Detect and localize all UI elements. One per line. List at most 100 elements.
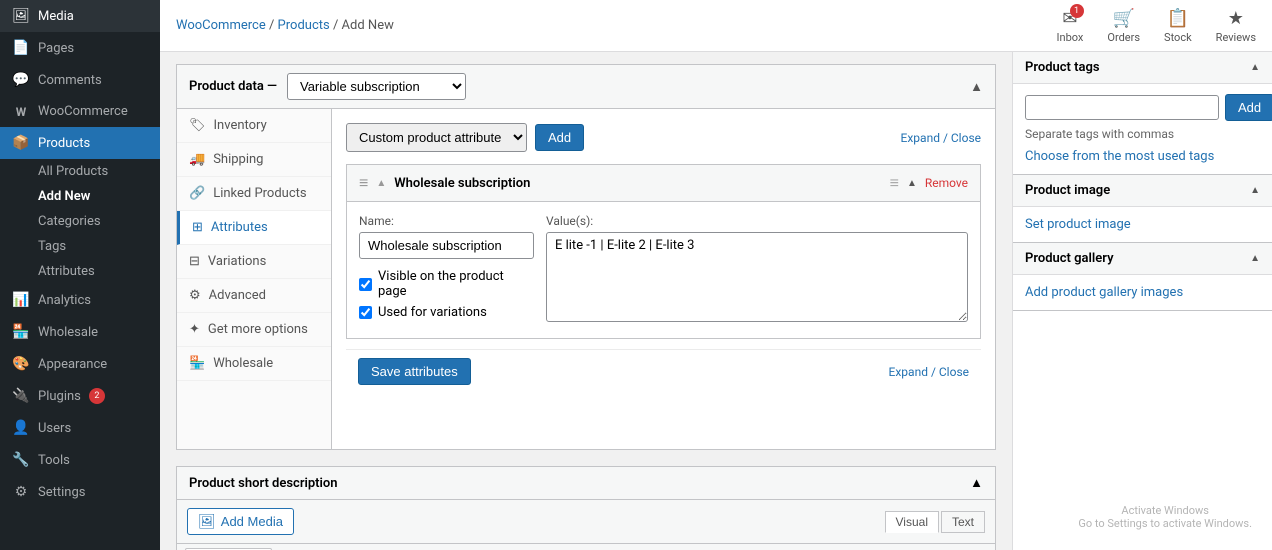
topbar-orders[interactable]: 🛒 Orders [1107,8,1140,44]
get-more-tab-icon: ✦ [189,322,200,337]
choose-tags-link[interactable]: Choose from the most used tags [1025,149,1214,164]
topbar-icons: ✉ 1 Inbox 🛒 Orders 📋 Stock ★ Reviews [1057,8,1256,44]
editor-tabs: Visual Text [885,511,985,533]
product-image-box: Product image ▲ Set product image [1013,175,1272,243]
attr-name-col: Name: Visible on the product page [359,214,534,326]
topbar-inbox[interactable]: ✉ 1 Inbox [1057,8,1084,44]
product-image-header[interactable]: Product image ▲ [1013,175,1272,207]
attributes-tab-content: Custom product attribute Add Expand / Cl… [332,109,995,449]
attribute-values-textarea[interactable]: E lite -1 | E-lite 2 | E-lite 3 [546,232,968,322]
short-desc-toolbar: 🖼 Add Media Visual Text [177,500,995,544]
sidebar-item-appearance[interactable]: 🎨 Appearance [0,348,160,380]
breadcrumb: WooCommerce / Products / Add New [176,18,394,33]
attribute-row-header: ≡ ▲ Wholesale subscription ≡ ▲ Remove [347,165,980,202]
tab-get-more-options[interactable]: ✦ Get more options [177,313,331,347]
add-media-button[interactable]: 🖼 Add Media [187,508,294,535]
gallery-collapse-icon: ▲ [1250,253,1260,264]
sidebar-item-analytics[interactable]: 📊 Analytics [0,284,160,316]
add-gallery-images-link[interactable]: Add product gallery images [1025,285,1183,300]
media-icon: 🖼 [12,8,30,24]
advanced-tab-icon: ⚙ [189,288,201,303]
sidebar-sub-tags[interactable]: Tags [0,234,160,259]
tab-advanced[interactable]: ⚙ Advanced [177,279,331,313]
text-tab[interactable]: Text [941,511,985,533]
tab-shipping[interactable]: 🚚 Shipping [177,143,331,177]
pages-icon: 📄 [12,40,30,56]
attribute-name-input[interactable] [359,232,534,259]
short-description-box: Product short description ▲ 🖼 Add Media … [176,466,996,550]
product-tags-header[interactable]: Product tags ▲ [1013,52,1272,84]
expand-close-top[interactable]: Expand / Close [901,131,981,145]
attr-values-col: Value(s): E lite -1 | E-lite 2 | E-lite … [546,214,968,326]
short-description-header[interactable]: Product short description ▲ [177,467,995,500]
tag-input-row: Add [1025,94,1260,121]
visible-checkbox[interactable] [359,278,372,291]
topbar-reviews[interactable]: ★ Reviews [1216,8,1256,44]
wholesale-icon: 🏪 [12,324,30,340]
collapse-attr-icon[interactable]: ▲ [907,178,917,189]
woocommerce-icon: W [12,105,30,119]
tab-inventory[interactable]: 🏷 Inventory [177,109,331,143]
main-area: WooCommerce / Products / Add New ✉ 1 Inb… [160,0,1272,550]
sidebar-sub-attributes[interactable]: Attributes [0,259,160,284]
product-tags-box: Product tags ▲ Add Separate tags with co… [1013,52,1272,175]
product-data-header-left: Product data — Variable subscription Sim… [189,73,466,100]
sidebar: 🖼 Media 📄 Pages 💬 Comments W WooCommerce… [0,0,160,550]
product-type-select[interactable]: Variable subscription Simple product Gro… [287,73,466,100]
set-product-image-link[interactable]: Set product image [1025,217,1131,232]
attr-row-footer: Save attributes Expand / Close [346,349,981,393]
product-gallery-header[interactable]: Product gallery ▲ [1013,243,1272,275]
sidebar-item-media[interactable]: 🖼 Media [0,0,160,32]
variations-tab-icon: ⊟ [189,254,200,269]
sidebar-item-tools[interactable]: 🔧 Tools [0,444,160,476]
inventory-tab-icon: 🏷 [189,118,206,133]
sidebar-item-users[interactable]: 👤 Users [0,412,160,444]
comments-icon: 💬 [12,72,30,88]
remove-attribute-button[interactable]: Remove [925,176,968,190]
product-data-collapse-icon[interactable]: ▲ [970,79,983,95]
tags-hint: Separate tags with commas [1025,127,1260,141]
product-gallery-box: Product gallery ▲ Add product gallery im… [1013,243,1272,311]
expand-close-bottom[interactable]: Expand / Close [889,365,969,379]
stock-icon: 📋 [1167,8,1189,29]
sidebar-item-comments[interactable]: 💬 Comments [0,64,160,96]
sidebar-sub-add-new[interactable]: Add New [0,184,160,209]
tag-input[interactable] [1025,95,1219,120]
analytics-icon: 📊 [12,292,30,308]
sidebar-item-settings[interactable]: ⚙ Settings [0,476,160,508]
drag-handle-icon[interactable]: ≡ [359,173,368,193]
short-description-title: Product short description [189,476,338,491]
sidebar-item-plugins[interactable]: 🔌 Plugins 2 [0,380,160,412]
plugins-icon: 🔌 [12,388,30,404]
sidebar-sub-all-products[interactable]: All Products [0,159,160,184]
sidebar-item-products[interactable]: 📦 Products [0,127,160,159]
topbar-stock[interactable]: 📋 Stock [1164,8,1192,44]
visible-checkbox-row[interactable]: Visible on the product page [359,269,534,299]
sidebar-item-woocommerce[interactable]: W WooCommerce [0,96,160,127]
breadcrumb-current: Add New [342,18,394,33]
add-tag-button[interactable]: Add [1225,94,1272,121]
inbox-badge: 1 [1070,4,1084,18]
shipping-tab-icon: 🚚 [189,152,205,167]
tab-attributes[interactable]: ⊞ Attributes [177,211,331,245]
variations-checkbox-row[interactable]: Used for variations [359,305,534,320]
reorder-icon[interactable]: ≡ [890,173,899,193]
visual-tab[interactable]: Visual [885,511,939,533]
attribute-type-select[interactable]: Custom product attribute [346,123,527,152]
product-image-body: Set product image [1013,207,1272,242]
sidebar-item-pages[interactable]: 📄 Pages [0,32,160,64]
tab-linked-products[interactable]: 🔗 Linked Products [177,177,331,211]
tab-variations[interactable]: ⊟ Variations [177,245,331,279]
sidebar-sub-categories[interactable]: Categories [0,209,160,234]
breadcrumb-woocommerce[interactable]: WooCommerce [176,18,266,33]
variations-checkbox[interactable] [359,306,372,319]
product-tags-body: Add Separate tags with commas Choose fro… [1013,84,1272,174]
save-attributes-button[interactable]: Save attributes [358,358,471,385]
sidebar-item-wholesale[interactable]: 🏪 Wholesale [0,316,160,348]
inbox-icon: ✉ 1 [1062,8,1077,29]
tab-wholesale[interactable]: 🏪 Wholesale [177,347,331,381]
attr-top-bar-left: Custom product attribute Add [346,123,584,152]
breadcrumb-products[interactable]: Products [278,18,330,33]
editor-format-bar: Paragraph B I ≡ ≡ " ≡ ≡ ≡ 🔗 — ⤡ ⊞ [177,544,995,550]
add-attribute-button[interactable]: Add [535,124,584,151]
